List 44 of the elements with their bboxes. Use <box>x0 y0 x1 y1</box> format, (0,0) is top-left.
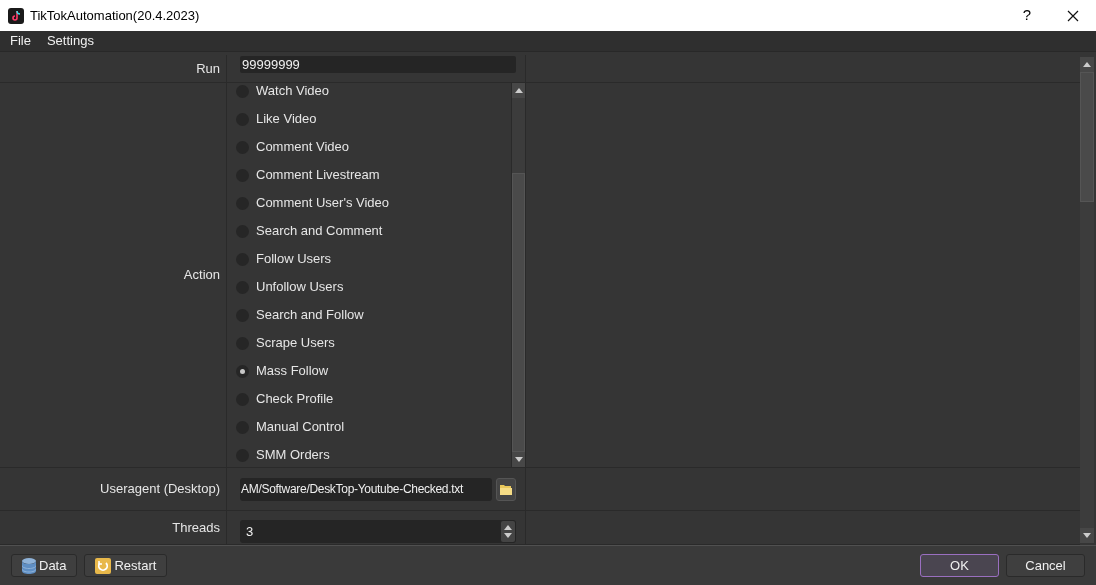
help-button[interactable]: ? <box>1004 0 1050 31</box>
data-button[interactable]: Data <box>11 554 78 577</box>
database-icon <box>22 557 36 574</box>
radio-option[interactable]: Unfollow Users <box>227 273 511 302</box>
scrollbar[interactable] <box>511 83 525 468</box>
up-arrow-icon[interactable] <box>504 524 512 530</box>
refresh-icon <box>95 557 112 574</box>
radio-option[interactable]: SMM Orders <box>227 441 511 468</box>
field-label: Useragent (Desktop) <box>100 480 220 499</box>
down-arrow-icon <box>514 457 523 463</box>
field-label: Run <box>196 59 220 78</box>
up-arrow-icon <box>1083 62 1091 67</box>
radio-option[interactable]: Manual Control <box>227 413 511 442</box>
radio-option[interactable]: Search and Follow <box>227 301 511 330</box>
radio-button[interactable] <box>236 364 249 378</box>
scrollbar[interactable] <box>1080 57 1094 543</box>
ok-button[interactable]: OK <box>920 554 999 577</box>
window-title: TikTokAutomation(20.4.2023) <box>30 6 200 25</box>
radio-option[interactable]: Check Profile <box>227 385 511 414</box>
radio-option[interactable]: Comment User's Video <box>227 189 511 218</box>
run-input-field[interactable]: 99999999 <box>240 56 516 73</box>
app-logo-icon <box>8 7 24 24</box>
folder-icon <box>500 483 512 495</box>
radio-option[interactable]: Comment Livestream <box>227 161 511 190</box>
radio-option[interactable]: Scrape Users <box>227 329 511 358</box>
threads-spin-box[interactable]: 3 <box>240 519 516 543</box>
field-label: Threads <box>172 518 220 537</box>
cancel-button[interactable]: Cancel <box>1006 554 1085 577</box>
down-arrow-icon <box>1083 533 1091 538</box>
radio-option[interactable]: Search and Comment <box>227 217 511 246</box>
down-arrow-icon[interactable] <box>504 532 512 538</box>
radio-option[interactable]: Mass Follow <box>227 357 511 386</box>
menu-item[interactable]: Settings <box>38 31 102 51</box>
file-path-field[interactable]: AM/Software/DeskTop-Youtube-Checked.txt <box>240 477 492 501</box>
radio-option[interactable]: Comment Video <box>227 133 511 162</box>
up-arrow-icon <box>514 88 523 94</box>
menu-item[interactable]: File <box>2 31 39 51</box>
radio-option[interactable]: Watch Video <box>227 83 511 106</box>
browse-button[interactable] <box>496 477 516 501</box>
close-icon <box>1067 9 1079 22</box>
field-label: Action <box>183 266 220 285</box>
restart-button[interactable]: Restart <box>84 554 168 577</box>
radio-option[interactable]: Like Video <box>227 105 511 134</box>
radio-option[interactable]: Follow Users <box>227 245 511 274</box>
